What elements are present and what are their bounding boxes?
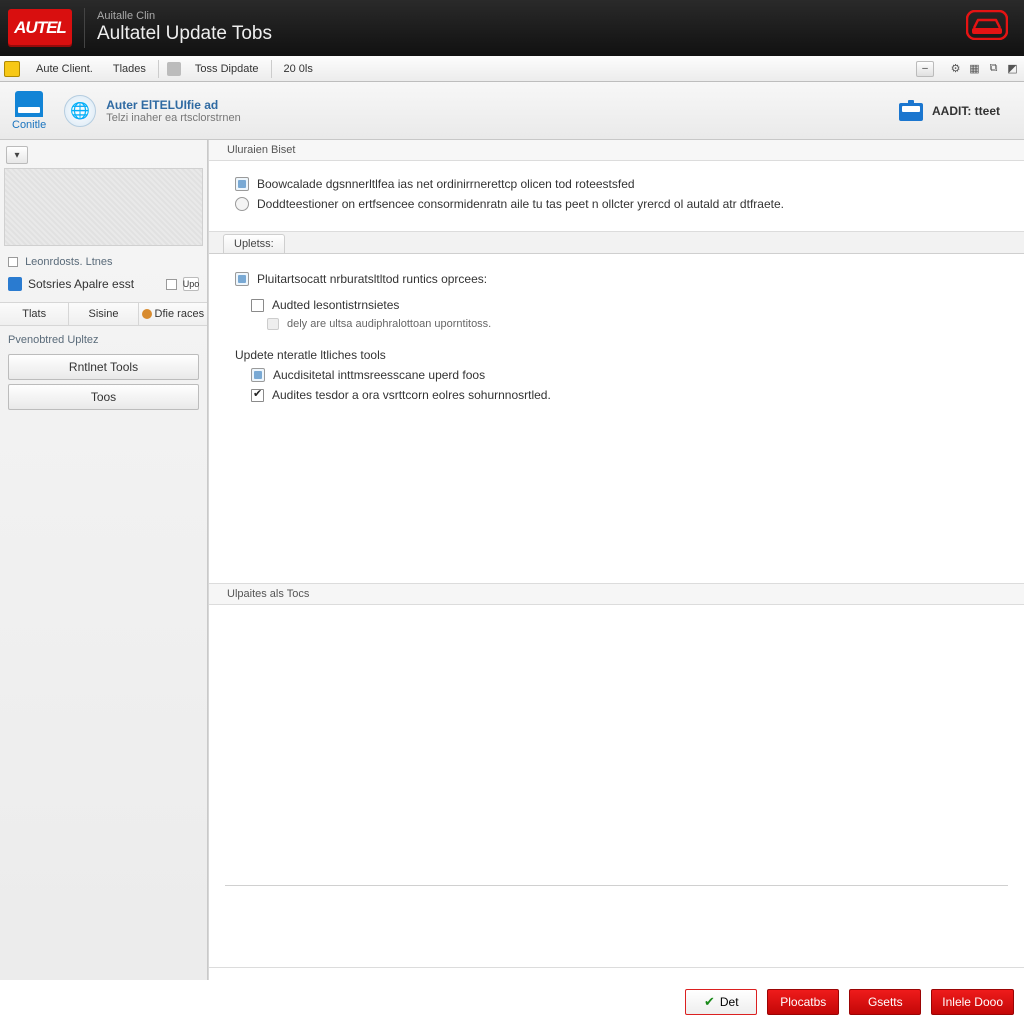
doc-icon (235, 177, 249, 191)
sidebar-badge: Upo (183, 277, 199, 291)
sidebar-texture (4, 168, 203, 246)
window-title: Aultatel Update Tobs (97, 24, 272, 45)
toolbar-description: Auter ElTELUIfie ad Telzi inaher ea rtsc… (106, 98, 241, 124)
sidebar-section-text: Leonrdosts. Ltnes (25, 256, 112, 268)
menu-item-version[interactable]: 20 0ls (274, 56, 323, 81)
sidebar-item-label: Sotsries Apalre esst (28, 277, 160, 291)
app-icon (4, 61, 20, 77)
checkbox-line: Audted lesontistrnsietes (251, 298, 1008, 312)
info-line: Doddteestioner on ertfsencee consormiden… (235, 197, 1008, 211)
sidebar-tabs: Tlats Sisine Dfie races (0, 302, 207, 326)
toolbar-button-label: Conitle (12, 119, 46, 131)
sidebar: ▾ Leonrdosts. Ltnes Sotsries Apalre esst… (0, 140, 208, 1024)
pane-label-c: Ulpaites als Tocs (209, 584, 1024, 605)
car-icon (966, 10, 1008, 40)
pane-c (209, 605, 1024, 968)
checkbox-label: Audted lesontistrnsietes (272, 298, 399, 312)
checkbox[interactable] (251, 299, 264, 312)
tool-icon[interactable]: ▦ (967, 61, 982, 76)
sidebar-section-label: Leonrdosts. Ltnes (0, 254, 207, 274)
text: dely are ultsa audiphralottoan uporntito… (287, 318, 491, 330)
divider (225, 885, 1008, 886)
titlebar: AUTEL Auitalle Clin Aultatel Update Tobs (0, 0, 1024, 56)
sidebar-panel-label: Pvenobtred Upltez (0, 326, 207, 350)
text: Pluitartsocatt nrburatsltltod runtics op… (257, 272, 487, 286)
content: Uluraien Biset Boowcalade dgsnnerltlfea … (208, 140, 1024, 1024)
info-line: dely are ultsa audiphralottoan uporntito… (267, 318, 1008, 330)
menu-item-client[interactable]: Aute Client. (26, 56, 103, 81)
toolbar-button-console[interactable]: Conitle (12, 91, 46, 131)
sidebar-tab-c[interactable]: Dfie races (138, 303, 207, 325)
window-subtitle: Auitalle Clin (97, 11, 272, 22)
sidebar-button-reset[interactable]: Rntlnet Tools (8, 354, 199, 380)
text: Doddteestioner on ertfsencee consormiden… (257, 197, 784, 211)
sidebar-collapse-button[interactable]: ▾ (6, 146, 28, 164)
info-line: Pluitartsocatt nrburatsltltod runtics op… (235, 272, 1008, 286)
menu-item-update[interactable]: Toss Dipdate (185, 56, 269, 81)
toolbar: Conitle 🌐 Auter ElTELUIfie ad Telzi inah… (0, 82, 1024, 140)
menubar: Aute Client. Tlades Toss Dipdate 20 0ls … (0, 56, 1024, 82)
sidebar-tab-b[interactable]: Sisine (68, 303, 137, 325)
toolbar-desc-sub: Telzi inaher ea rtsclorstrnen (106, 112, 241, 124)
action-button-c[interactable]: Inlele Dooo (931, 989, 1014, 1015)
menubar-right: – ⚙ ▦ ⧉ ◩ (916, 56, 1020, 81)
action-button-b[interactable]: Gsetts (849, 989, 921, 1015)
tab-updates[interactable]: Upletss: (223, 234, 285, 253)
subheader: Updete nteratle ltliches tools (235, 348, 1008, 362)
text: Boowcalade dgsnnerltlfea ias net ordinir… (257, 177, 635, 191)
sidebar-tab-a[interactable]: Tlats (0, 303, 68, 325)
info-line: Boowcalade dgsnnerltlfea ias net ordinir… (235, 177, 1008, 191)
checkbox-icon[interactable] (8, 257, 18, 267)
document-icon (15, 91, 43, 117)
globe-icon[interactable]: 🌐 (64, 95, 96, 127)
sidebar-item-stories[interactable]: Sotsries Apalre esst Upo (0, 274, 207, 294)
check-icon: ✔ (704, 994, 715, 1010)
box-icon[interactable] (898, 99, 924, 123)
info-line: Aucdisitetal inttmsreesscane uperd foos (251, 368, 1008, 382)
box-icon (8, 277, 22, 291)
action-button-a[interactable]: Plocatbs (767, 989, 839, 1015)
checkbox-label: Audites tesdor a ora vsrttcorn eolres so… (272, 388, 551, 402)
doc-icon (251, 368, 265, 382)
tab-strip: Upletss: (209, 232, 1024, 254)
menu-glyph-icon (167, 62, 181, 76)
main: ▾ Leonrdosts. Ltnes Sotsries Apalre esst… (0, 140, 1024, 1024)
sidebar-button-tools[interactable]: Toos (8, 384, 199, 410)
text: Aucdisitetal inttmsreesscane uperd foos (273, 368, 485, 382)
dot-icon (142, 309, 152, 319)
pane-b: Pluitartsocatt nrburatsltltod runtics op… (209, 254, 1024, 584)
pane-a: Boowcalade dgsnnerltlfea ias net ordinir… (209, 161, 1024, 232)
pane-label-a: Uluraien Biset (209, 140, 1024, 161)
title-stack: Auitalle Clin Aultatel Update Tobs (97, 11, 272, 45)
divider (271, 60, 272, 78)
tool-icon[interactable]: ◩ (1005, 61, 1020, 76)
doc-icon (235, 272, 249, 286)
footer: ✔ Det Plocatbs Gsetts Inlele Dooo (0, 980, 1024, 1024)
checkbox-icon[interactable] (166, 279, 177, 290)
menu-item-tools[interactable]: Tlades (103, 56, 156, 81)
circle-icon (235, 197, 249, 211)
brand-logo: AUTEL (8, 9, 72, 47)
toolbar-desc-title: Auter ElTELUIfie ad (106, 98, 241, 112)
sidebar-tab-label: Dfie races (155, 308, 205, 320)
glyph-icon (267, 318, 279, 330)
tool-icon[interactable]: ⚙ (948, 61, 963, 76)
tool-icon[interactable]: ⧉ (986, 61, 1001, 76)
divider (84, 8, 85, 48)
minimize-button[interactable]: – (916, 61, 934, 77)
checkbox-line: Audites tesdor a ora vsrttcorn eolres so… (251, 388, 1008, 402)
toolbar-right: AADIT: tteet (898, 82, 1000, 139)
ok-button[interactable]: ✔ Det (685, 989, 757, 1015)
toolbar-right-label: AADIT: tteet (932, 104, 1000, 118)
divider (158, 60, 159, 78)
checkbox[interactable] (251, 389, 264, 402)
button-label: Det (720, 995, 739, 1009)
